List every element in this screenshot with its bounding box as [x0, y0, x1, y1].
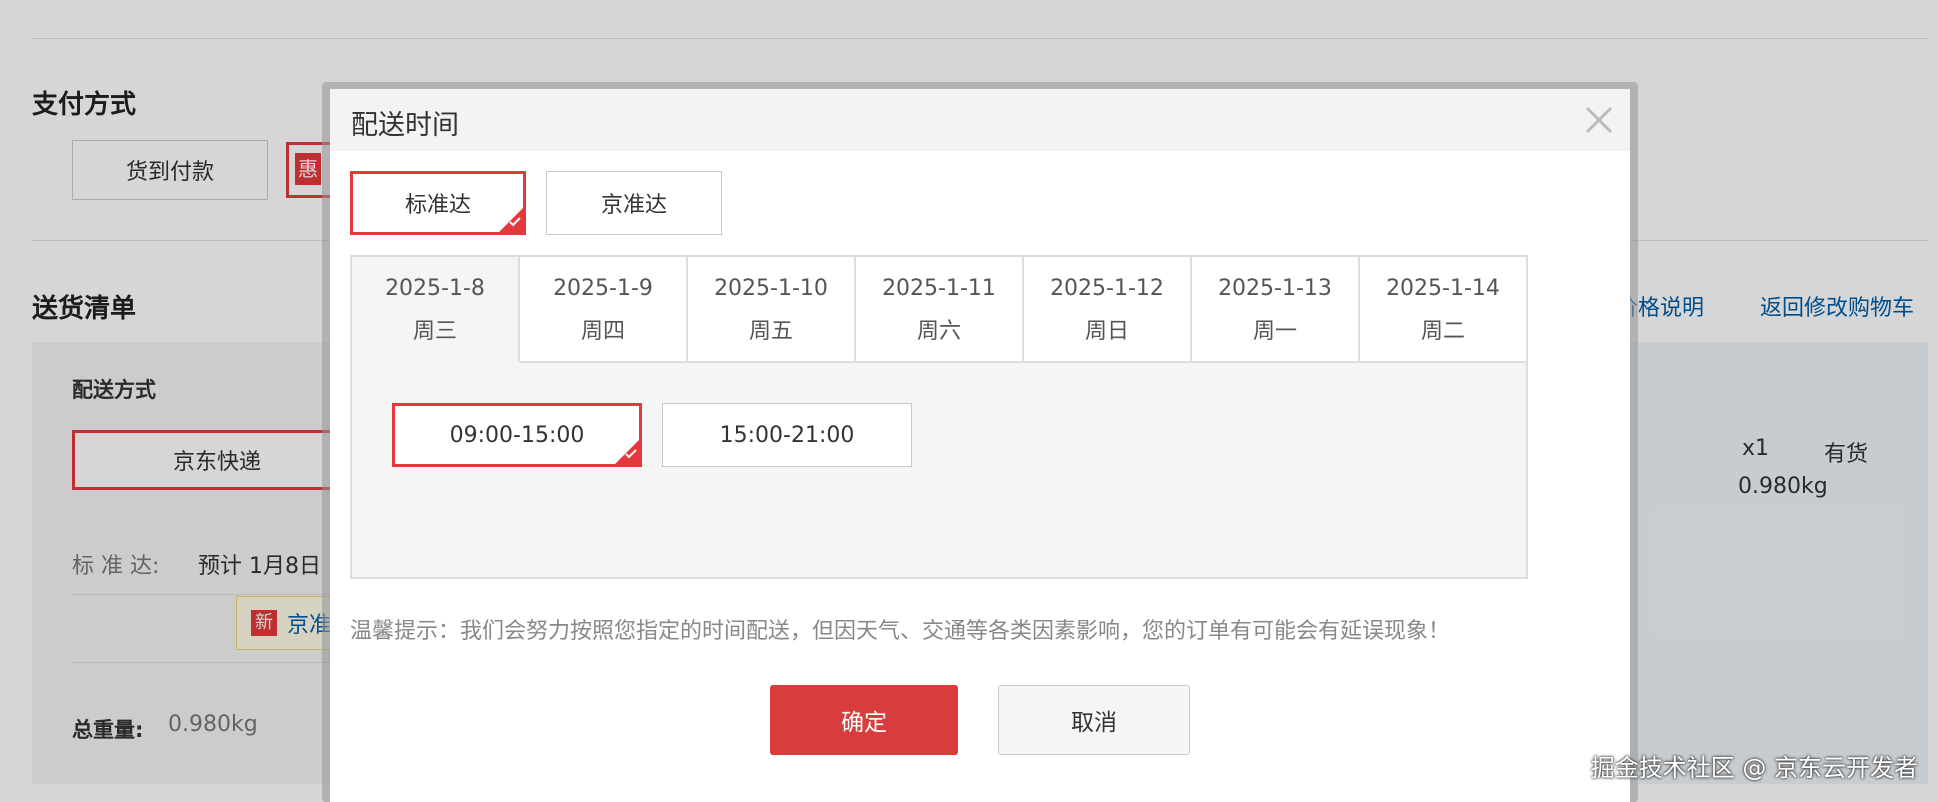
date-label: 2025-1-11 — [882, 276, 996, 301]
tab-precise-delivery[interactable]: 京准达 — [546, 171, 722, 235]
selected-check-icon — [615, 440, 639, 464]
cancel-button[interactable]: 取消 — [998, 685, 1190, 755]
confirm-button[interactable]: 确定 — [770, 685, 958, 755]
delivery-time-dialog: 配送时间 标准达 京准达 2025-1-8 周三 2025-1-9 周四 202… — [330, 89, 1630, 802]
close-icon[interactable] — [1582, 103, 1616, 137]
date-label: 2025-1-8 — [385, 276, 485, 301]
date-tab[interactable]: 2025-1-8 周三 — [352, 257, 520, 363]
date-tab[interactable]: 2025-1-14 周二 — [1360, 257, 1526, 363]
date-tab[interactable]: 2025-1-11 周六 — [856, 257, 1024, 363]
date-label: 2025-1-12 — [1050, 276, 1164, 301]
time-slot-label: 09:00-15:00 — [449, 422, 585, 448]
tab-standard-delivery[interactable]: 标准达 — [350, 171, 526, 235]
dialog-title: 配送时间 — [351, 110, 459, 141]
date-label: 2025-1-14 — [1386, 276, 1500, 301]
date-tab[interactable]: 2025-1-10 周五 — [688, 257, 856, 363]
weekday-label: 周日 — [1084, 319, 1129, 344]
date-tab[interactable]: 2025-1-13 周一 — [1192, 257, 1360, 363]
date-label: 2025-1-10 — [714, 276, 828, 301]
tab-label: 标准达 — [404, 193, 471, 218]
date-label: 2025-1-9 — [553, 276, 653, 301]
date-tab[interactable]: 2025-1-9 周四 — [520, 257, 688, 363]
delivery-tip: 温馨提示：我们会努力按照您指定的时间配送，但因天气、交通等各类因素影响，您的订单… — [350, 619, 1451, 644]
date-selector: 2025-1-8 周三 2025-1-9 周四 2025-1-10 周五 202… — [350, 255, 1528, 579]
weekday-label: 周三 — [412, 319, 457, 344]
date-tab[interactable]: 2025-1-12 周日 — [1024, 257, 1192, 363]
selected-check-icon — [499, 208, 523, 232]
weekday-label: 周六 — [916, 319, 961, 344]
time-slot-label: 15:00-21:00 — [719, 422, 855, 448]
watermark: 掘金技术社区 @ 京东云开发者 — [1590, 754, 1918, 782]
weekday-label: 周一 — [1252, 319, 1297, 344]
date-label: 2025-1-13 — [1218, 276, 1332, 301]
tab-label: 京准达 — [600, 193, 667, 218]
time-slot-option[interactable]: 09:00-15:00 — [392, 403, 642, 467]
weekday-label: 周四 — [580, 319, 625, 344]
time-slot-option[interactable]: 15:00-21:00 — [662, 403, 912, 467]
weekday-label: 周五 — [748, 319, 793, 344]
date-tabs: 2025-1-8 周三 2025-1-9 周四 2025-1-10 周五 202… — [352, 257, 1526, 363]
weekday-label: 周二 — [1420, 319, 1465, 344]
dialog-header: 配送时间 — [330, 89, 1630, 151]
